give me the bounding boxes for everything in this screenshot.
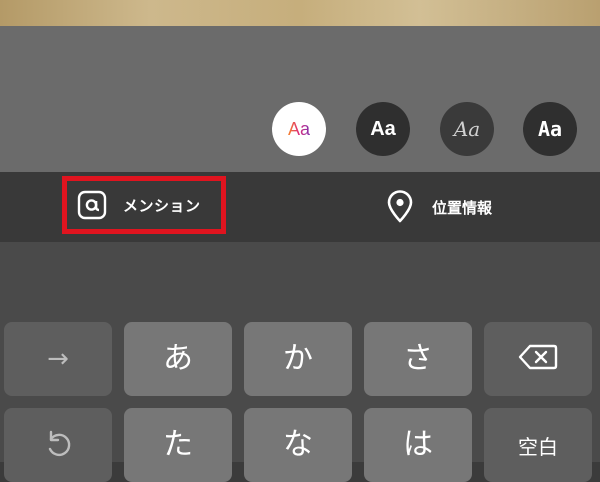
photo-background (0, 0, 600, 26)
key-a[interactable]: あ (124, 322, 232, 396)
font-style-label: Aa (287, 119, 311, 139)
undo-key[interactable] (4, 408, 112, 482)
at-sign-icon (77, 190, 107, 220)
key-label: た (163, 427, 193, 462)
font-style-modern-button[interactable]: Aa (272, 102, 326, 156)
key-ha[interactable]: は (364, 408, 472, 482)
location-pin-icon (384, 190, 416, 224)
font-style-label: Aa (370, 118, 396, 140)
mention-label: メンション (123, 196, 201, 215)
key-label: 空白 (518, 434, 558, 459)
location-label: 位置情報 (432, 198, 493, 217)
font-style-classic-button[interactable]: Aa (356, 102, 410, 156)
next-candidate-key[interactable]: → (4, 322, 112, 396)
key-sa[interactable]: さ (364, 322, 472, 396)
key-label: か (283, 341, 313, 376)
font-style-label: Aa (453, 117, 481, 141)
mention-button[interactable]: メンション (62, 176, 226, 234)
backspace-key[interactable] (484, 322, 592, 396)
sticker-bar: メンション 位置情報 (0, 172, 600, 242)
keyboard: → あ か さ た な は 空白 (0, 242, 600, 482)
font-style-script-button[interactable]: Aa (440, 102, 494, 156)
arrow-right-icon: → (47, 344, 69, 374)
key-ka[interactable]: か (244, 322, 352, 396)
key-label: さ (403, 341, 433, 376)
key-ta[interactable]: た (124, 408, 232, 482)
backspace-icon (518, 343, 558, 375)
location-button[interactable]: 位置情報 (384, 190, 492, 224)
key-label: あ (163, 341, 193, 376)
undo-icon (42, 427, 74, 463)
key-label: な (283, 427, 313, 462)
font-style-typewriter-button[interactable]: Aa (523, 102, 577, 156)
key-label: は (403, 427, 433, 462)
font-style-label: Aa (537, 117, 563, 141)
key-na[interactable]: な (244, 408, 352, 482)
space-key[interactable]: 空白 (484, 408, 592, 482)
